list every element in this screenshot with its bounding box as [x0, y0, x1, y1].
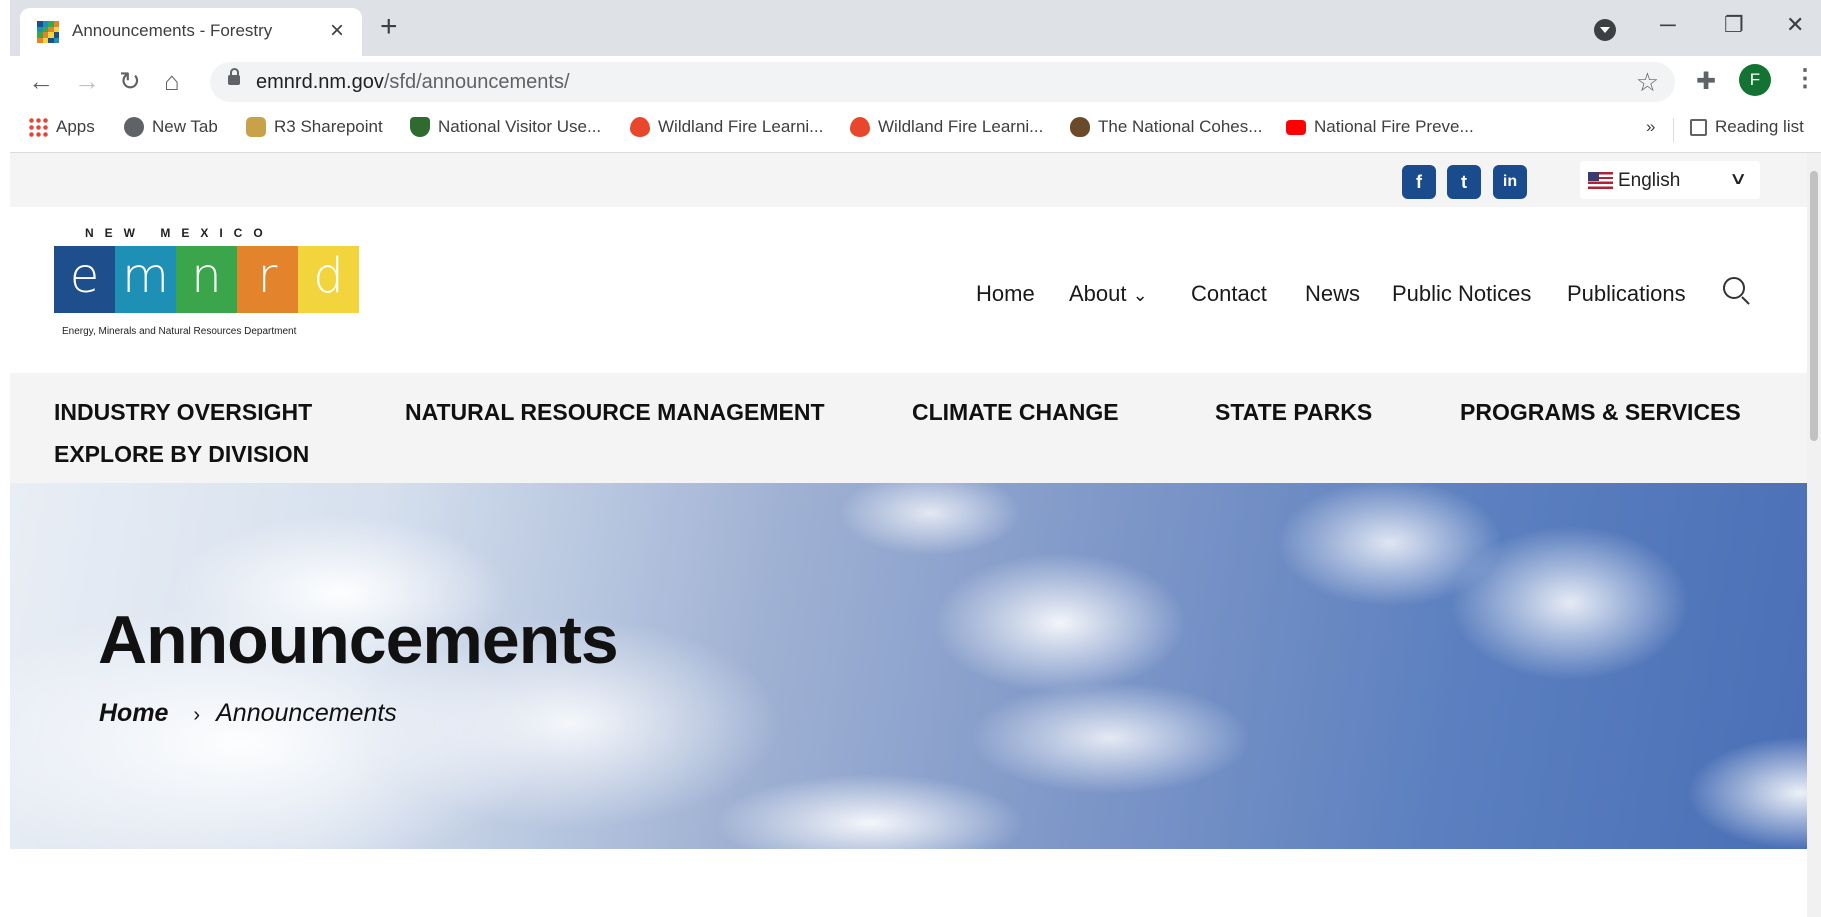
reload-icon[interactable]: ↻ — [119, 66, 141, 96]
back-icon[interactable]: ← — [28, 66, 54, 96]
home-icon[interactable]: ⌂ — [164, 66, 180, 96]
apps-grid-icon — [28, 117, 48, 137]
nav-home[interactable]: Home — [976, 281, 1035, 307]
bookmark-national-cohesive[interactable]: The National Cohes... — [1070, 117, 1262, 137]
tab-close-icon[interactable]: × — [330, 17, 344, 45]
reading-list-icon — [1690, 118, 1707, 136]
linkedin-icon[interactable]: in — [1493, 165, 1527, 199]
emnrd-logo[interactable]: NEW MEXICO e m n r d Energy, Minerals an… — [53, 223, 363, 348]
bookmark-apps[interactable]: Apps — [28, 117, 95, 137]
facebook-icon[interactable]: f — [1402, 165, 1436, 199]
extensions-puzzle-icon[interactable]: ✚ — [1696, 67, 1716, 96]
us-flag-icon — [1588, 172, 1613, 189]
content-area — [10, 849, 1807, 917]
category-natural-resource-management[interactable]: NATURAL RESOURCE MANAGEMENT — [405, 399, 825, 426]
bookmark-national-visitor-use[interactable]: National Visitor Use... — [410, 117, 601, 137]
flame-icon — [630, 117, 650, 137]
utility-bar: f t in English ∨ — [10, 153, 1807, 207]
address-bar[interactable]: emnrd.nm.gov/sfd/announcements/ ☆ — [210, 62, 1675, 102]
language-value: English — [1618, 170, 1681, 191]
nav-news[interactable]: News — [1305, 281, 1360, 307]
category-industry-oversight[interactable]: INDUSTRY OVERSIGHT — [54, 399, 312, 426]
bookmarks-divider — [1673, 118, 1674, 142]
logo-letter: e — [54, 246, 115, 313]
bookmark-wildland-fire-2[interactable]: Wildland Fire Learni... — [850, 117, 1043, 137]
usfs-badge-icon — [246, 117, 266, 137]
logo-top-text: NEW MEXICO — [85, 226, 274, 240]
chevron-down-icon: ∨ — [1728, 169, 1748, 188]
search-icon[interactable] — [1723, 277, 1745, 299]
lock-icon[interactable] — [228, 68, 240, 85]
page-scrollbar[interactable] — [1807, 153, 1821, 917]
logo-letter: n — [176, 246, 237, 313]
language-select[interactable]: English ∨ — [1580, 161, 1760, 199]
category-explore-by-division[interactable]: EXPLORE BY DIVISION — [54, 441, 309, 468]
browser-toolbar: ← → ↻ ⌂ emnrd.nm.gov/sfd/announcements/ … — [0, 56, 1821, 108]
browser-tab[interactable]: Announcements - Forestry × — [20, 8, 362, 56]
nav-about[interactable]: About ⌄ — [1069, 281, 1148, 307]
minimize-icon[interactable]: ─ — [1660, 12, 1676, 38]
webpage: f t in English ∨ NEW MEXICO e m n r d En… — [10, 153, 1807, 917]
bookmarks-overflow-button[interactable]: » — [1646, 117, 1655, 137]
new-tab-button[interactable]: + — [380, 12, 398, 42]
site-header: NEW MEXICO e m n r d Energy, Minerals an… — [10, 207, 1807, 373]
flame-icon — [850, 117, 870, 137]
youtube-icon — [1286, 119, 1306, 135]
nav-about-label: About — [1069, 281, 1127, 306]
url-text[interactable]: emnrd.nm.gov/sfd/announcements/ — [256, 71, 570, 94]
chevron-down-icon: ⌄ — [1132, 285, 1148, 305]
globe-icon — [124, 117, 144, 137]
pinecone-icon — [1070, 117, 1090, 137]
logo-subtitle: Energy, Minerals and Natural Resources D… — [62, 326, 297, 337]
bookmark-wildland-fire-1[interactable]: Wildland Fire Learni... — [630, 117, 823, 137]
bookmarks-bar: Apps New Tab R3 Sharepoint National Visi… — [0, 108, 1821, 153]
bookmark-star-icon[interactable]: ☆ — [1636, 67, 1659, 98]
logo-letter: r — [237, 246, 298, 313]
hero-banner: Announcements Home › Announcements — [10, 483, 1807, 849]
media-control-icon[interactable] — [1594, 19, 1616, 41]
breadcrumb: Home › Announcements — [99, 699, 397, 728]
restore-icon[interactable]: ❐ — [1724, 12, 1744, 38]
bookmark-r3-sharepoint[interactable]: R3 Sharepoint — [246, 117, 383, 137]
nav-contact[interactable]: Contact — [1191, 281, 1267, 307]
forestry-favicon-icon — [37, 21, 59, 43]
close-window-icon[interactable]: ✕ — [1786, 12, 1804, 38]
category-programs-services[interactable]: PROGRAMS & SERVICES — [1460, 399, 1741, 426]
reading-list-button[interactable]: Reading list — [1690, 117, 1804, 137]
breadcrumb-separator-icon: › — [193, 704, 201, 726]
category-climate-change[interactable]: CLIMATE CHANGE — [912, 399, 1119, 426]
breadcrumb-home[interactable]: Home — [99, 699, 168, 727]
logo-blocks: e m n r d — [54, 246, 359, 313]
usfs-shield-icon — [410, 117, 430, 137]
window-frame-left — [0, 0, 10, 917]
twitter-icon[interactable]: t — [1447, 165, 1481, 199]
browser-tabstrip: Announcements - Forestry × + ─ ❐ ✕ — [0, 0, 1821, 56]
bookmark-new-tab[interactable]: New Tab — [124, 117, 218, 137]
breadcrumb-current: Announcements — [216, 699, 397, 727]
tab-title: Announcements - Forestry — [72, 21, 273, 40]
category-state-parks[interactable]: STATE PARKS — [1215, 399, 1372, 426]
category-nav: INDUSTRY OVERSIGHT NATURAL RESOURCE MANA… — [10, 373, 1807, 483]
bookmark-national-fire-prevention[interactable]: National Fire Preve... — [1286, 117, 1474, 137]
menu-kebab-icon[interactable]: ⋮ — [1793, 64, 1817, 93]
forward-icon[interactable]: → — [74, 66, 100, 96]
nav-publications[interactable]: Publications — [1567, 281, 1686, 307]
page-title: Announcements — [98, 602, 619, 678]
logo-letter: d — [298, 246, 359, 313]
nav-public-notices[interactable]: Public Notices — [1392, 281, 1531, 307]
profile-avatar[interactable]: F — [1739, 64, 1771, 96]
scrollbar-thumb[interactable] — [1810, 171, 1818, 441]
logo-letter: m — [115, 246, 176, 313]
